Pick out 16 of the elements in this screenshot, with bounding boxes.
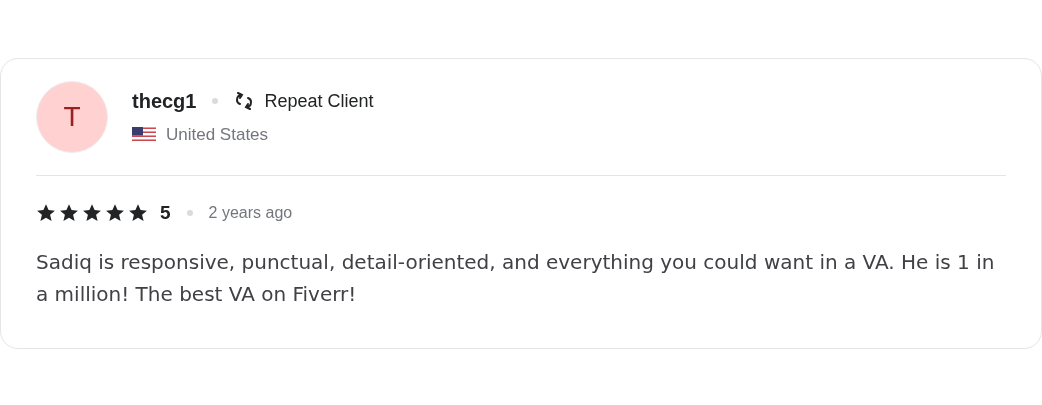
- separator-dot: [212, 98, 219, 104]
- star-icon: [105, 203, 125, 223]
- flag-icon: [132, 126, 156, 143]
- separator-dot: [186, 210, 193, 216]
- username: thecg1: [132, 89, 197, 113]
- rating-value: 5: [160, 202, 171, 224]
- country-label: United States: [166, 124, 269, 145]
- star-icon: [128, 203, 148, 223]
- repeat-icon: [234, 92, 255, 110]
- review-time: 2 years ago: [208, 204, 293, 222]
- star-icon: [59, 203, 79, 223]
- avatar: T: [36, 81, 108, 153]
- star-icon: [36, 203, 56, 223]
- review-text: Sadiq is responsive, punctual, detail-oriented, and everything you could want in a VA. He is 1 in a million! The best VA on Fiverr!: [36, 249, 996, 308]
- repeat-client-label: Repeat Client: [264, 90, 374, 112]
- star-icon: [82, 203, 102, 223]
